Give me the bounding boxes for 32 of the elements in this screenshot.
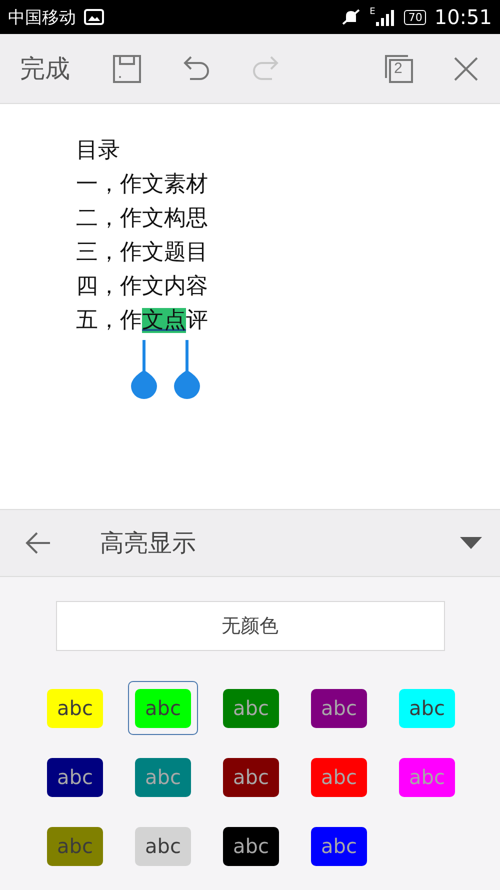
- color-swatch[interactable]: abc: [311, 688, 367, 728]
- dropdown-icon[interactable]: [460, 537, 482, 549]
- clock-time: 10:51: [434, 5, 492, 29]
- back-button[interactable]: [24, 531, 52, 555]
- document-line: 目录: [76, 137, 121, 165]
- color-swatch[interactable]: abc: [47, 688, 103, 728]
- document-line: 五，作文点评: [76, 307, 209, 335]
- done-button[interactable]: 完成: [20, 52, 70, 85]
- document-line: 二，作文构思: [76, 205, 209, 233]
- save-button[interactable]: [112, 54, 142, 84]
- battery-level: 70: [404, 10, 426, 24]
- color-swatch[interactable]: abc: [135, 688, 191, 728]
- color-swatch[interactable]: abc: [135, 826, 191, 866]
- image-icon: [84, 9, 104, 25]
- document-line: 一，作文素材: [76, 171, 209, 199]
- color-swatch[interactable]: abc: [47, 758, 103, 796]
- selection-handle[interactable]: [172, 340, 202, 400]
- color-swatch[interactable]: abc: [223, 826, 279, 866]
- color-swatch[interactable]: abc: [399, 688, 455, 728]
- color-swatch[interactable]: abc: [47, 826, 103, 866]
- network-type: E: [370, 8, 376, 17]
- signal-icon: [376, 8, 396, 26]
- color-swatch[interactable]: abc: [223, 758, 279, 796]
- document-line: 四，作文内容: [76, 273, 209, 301]
- color-swatch[interactable]: abc: [311, 826, 367, 866]
- close-button[interactable]: [452, 54, 480, 82]
- carrier-name: 中国移动: [8, 6, 76, 28]
- muted-bell-icon: [340, 8, 362, 26]
- selection-handle[interactable]: [129, 340, 159, 400]
- no-color-button[interactable]: 无颜色: [56, 601, 444, 651]
- document-line: 三，作文题目: [76, 239, 209, 267]
- panel-title: 高亮显示: [100, 528, 196, 559]
